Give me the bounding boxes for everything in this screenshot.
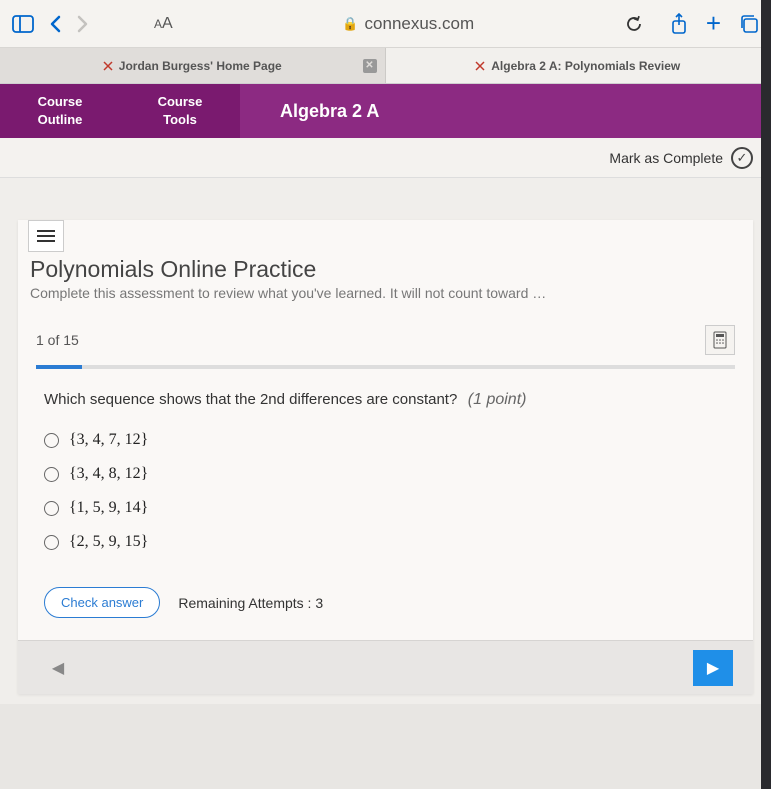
options-list: {3, 4, 7, 12} {3, 4, 8, 12} {1, 5, 9, 14…	[44, 431, 727, 551]
option-4[interactable]: {2, 5, 9, 15}	[44, 533, 727, 551]
practice-subtitle: Complete this assessment to review what …	[30, 285, 741, 301]
option-2[interactable]: {3, 4, 8, 12}	[44, 465, 727, 483]
option-3[interactable]: {1, 5, 9, 14}	[44, 499, 727, 517]
calculator-icon[interactable]	[705, 325, 735, 355]
radio-icon[interactable]	[44, 467, 59, 482]
back-icon[interactable]	[48, 14, 62, 34]
practice-title: Polynomials Online Practice	[30, 256, 741, 283]
radio-icon[interactable]	[44, 535, 59, 550]
tab-close-icon[interactable]: ✕	[363, 59, 377, 73]
browser-toolbar: AAAA 🔒 connexus.com +	[0, 0, 771, 48]
url-text: connexus.com	[365, 14, 475, 34]
radio-icon[interactable]	[44, 501, 59, 516]
option-1[interactable]: {3, 4, 7, 12}	[44, 431, 727, 449]
tabs-overview-icon[interactable]	[739, 14, 759, 34]
lock-icon: 🔒	[342, 16, 358, 32]
mark-complete-row: Mark as Complete ✓	[0, 138, 771, 178]
next-question-button[interactable]: ▶	[693, 650, 733, 686]
tab-home-page[interactable]: Jordan Burgess' Home Page ✕	[0, 48, 386, 83]
option-label: {3, 4, 8, 12}	[69, 465, 148, 483]
tab-strip: Jordan Burgess' Home Page ✕ Algebra 2 A:…	[0, 48, 771, 84]
option-label: {1, 5, 9, 14}	[69, 499, 148, 517]
progress-label: 1 of 15	[36, 332, 79, 348]
mark-complete-button[interactable]: ✓	[731, 147, 753, 169]
tab-polynomials-review[interactable]: Algebra 2 A: Polynomials Review	[386, 48, 771, 83]
question-nav-footer: ◀ ▶	[18, 640, 753, 694]
question-row: Which sequence shows that the 2nd differ…	[44, 391, 727, 409]
radio-icon[interactable]	[44, 433, 59, 448]
tab-label: Algebra 2 A: Polynomials Review	[491, 59, 680, 73]
sidebar-toggle-icon[interactable]	[12, 15, 34, 33]
question-text: Which sequence shows that the 2nd differ…	[44, 391, 457, 408]
reload-icon[interactable]	[624, 14, 644, 34]
mark-complete-label: Mark as Complete	[609, 150, 723, 166]
tab-favicon-icon	[103, 61, 113, 71]
share-icon[interactable]	[670, 13, 688, 35]
content-area: Polynomials Online Practice Complete thi…	[0, 178, 771, 704]
check-answer-button[interactable]: Check answer	[44, 587, 160, 618]
menu-icon[interactable]	[28, 220, 64, 252]
course-tools-link[interactable]: Course Tools	[120, 89, 240, 133]
forward-icon	[76, 14, 90, 34]
new-tab-icon[interactable]: +	[706, 8, 721, 39]
course-outline-link[interactable]: Course Outline	[0, 89, 120, 133]
progress-bar	[36, 365, 735, 369]
device-edge	[761, 0, 771, 789]
assessment-card: Polynomials Online Practice Complete thi…	[18, 220, 753, 694]
course-nav-bar: Course Outline Course Tools Algebra 2 A	[0, 84, 771, 138]
course-title: Algebra 2 A	[240, 84, 771, 138]
progress-fill	[36, 365, 82, 369]
prev-question-button[interactable]: ◀	[38, 650, 78, 686]
remaining-attempts: Remaining Attempts : 3	[178, 595, 323, 611]
tab-favicon-icon	[475, 61, 485, 71]
text-size-button[interactable]: AAAA	[154, 15, 173, 33]
question-points: (1 point)	[468, 391, 527, 408]
option-label: {3, 4, 7, 12}	[69, 431, 148, 449]
address-bar[interactable]: 🔒 connexus.com	[207, 14, 610, 34]
option-label: {2, 5, 9, 15}	[69, 533, 148, 551]
tab-label: Jordan Burgess' Home Page	[119, 59, 282, 73]
